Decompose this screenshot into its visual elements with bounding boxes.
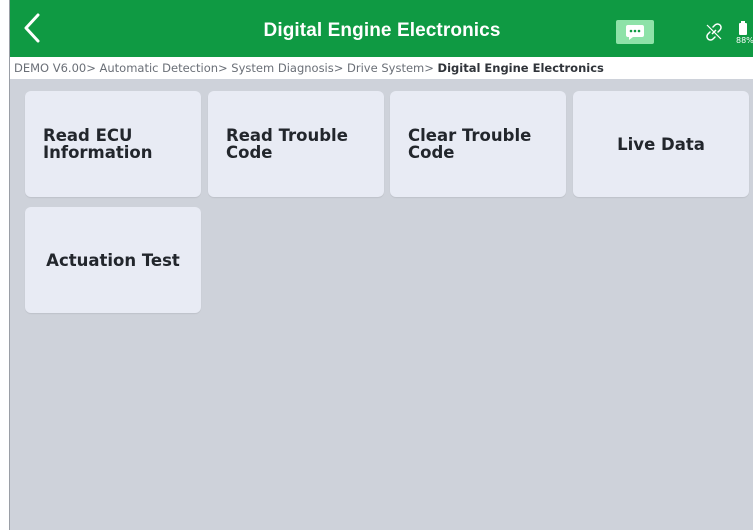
live-data-button[interactable]: Live Data (573, 91, 749, 197)
top-bar: Digital Engine Electronics 88% (10, 0, 753, 57)
read-trouble-code-button[interactable]: Read Trouble Code (208, 91, 384, 197)
tile-label: Read Trouble Code (226, 126, 348, 162)
tile-label: Clear Trouble Code (408, 126, 532, 162)
tile-label: Actuation Test (46, 250, 180, 270)
app-window: Digital Engine Electronics 88% DEMO V6.0… (9, 0, 753, 530)
breadcrumb-current: Digital Engine Electronics (437, 61, 604, 75)
clear-trouble-code-button[interactable]: Clear Trouble Code (390, 91, 566, 197)
breadcrumb: DEMO V6.00> Automatic Detection> System … (10, 57, 753, 79)
message-icon (626, 25, 644, 40)
tile-label: Live Data (617, 134, 705, 154)
battery-percent: 88% (736, 36, 753, 45)
actuation-test-button[interactable]: Actuation Test (25, 207, 201, 313)
tile-label: Read ECU Information (43, 126, 153, 162)
message-button[interactable] (616, 20, 654, 44)
read-ecu-information-button[interactable]: Read ECU Information (25, 91, 201, 197)
breadcrumb-path: DEMO V6.00> Automatic Detection> System … (14, 61, 438, 75)
link-icon[interactable] (704, 22, 724, 42)
